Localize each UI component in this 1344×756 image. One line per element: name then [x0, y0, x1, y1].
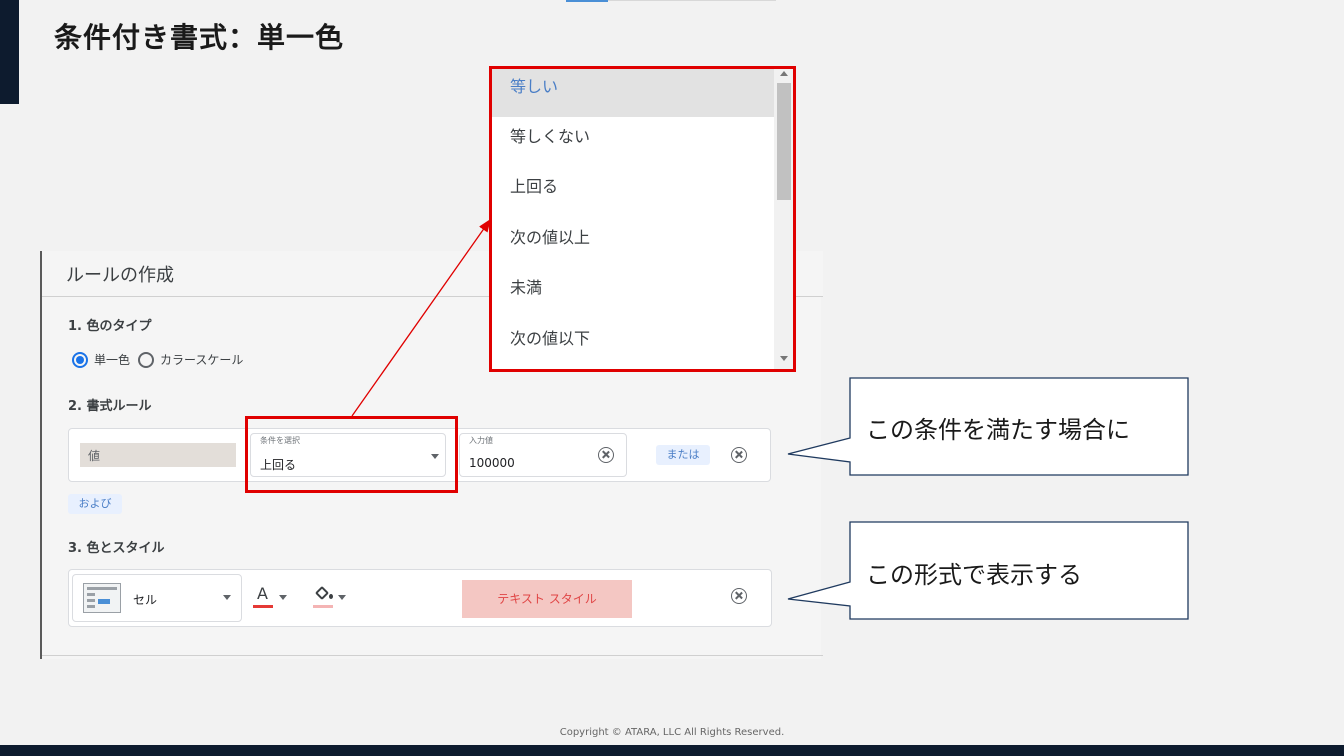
annotation-overlay	[351, 218, 1189, 620]
callout-format-text: この形式で表示する	[866, 561, 1082, 589]
copyright-text: Copyright © ATARA, LLC All Rights Reserv…	[559, 727, 785, 738]
pointer-arrow	[351, 218, 491, 417]
callout-condition-text: この条件を満たす場合に	[866, 416, 1130, 444]
footer-bar	[0, 745, 1344, 756]
